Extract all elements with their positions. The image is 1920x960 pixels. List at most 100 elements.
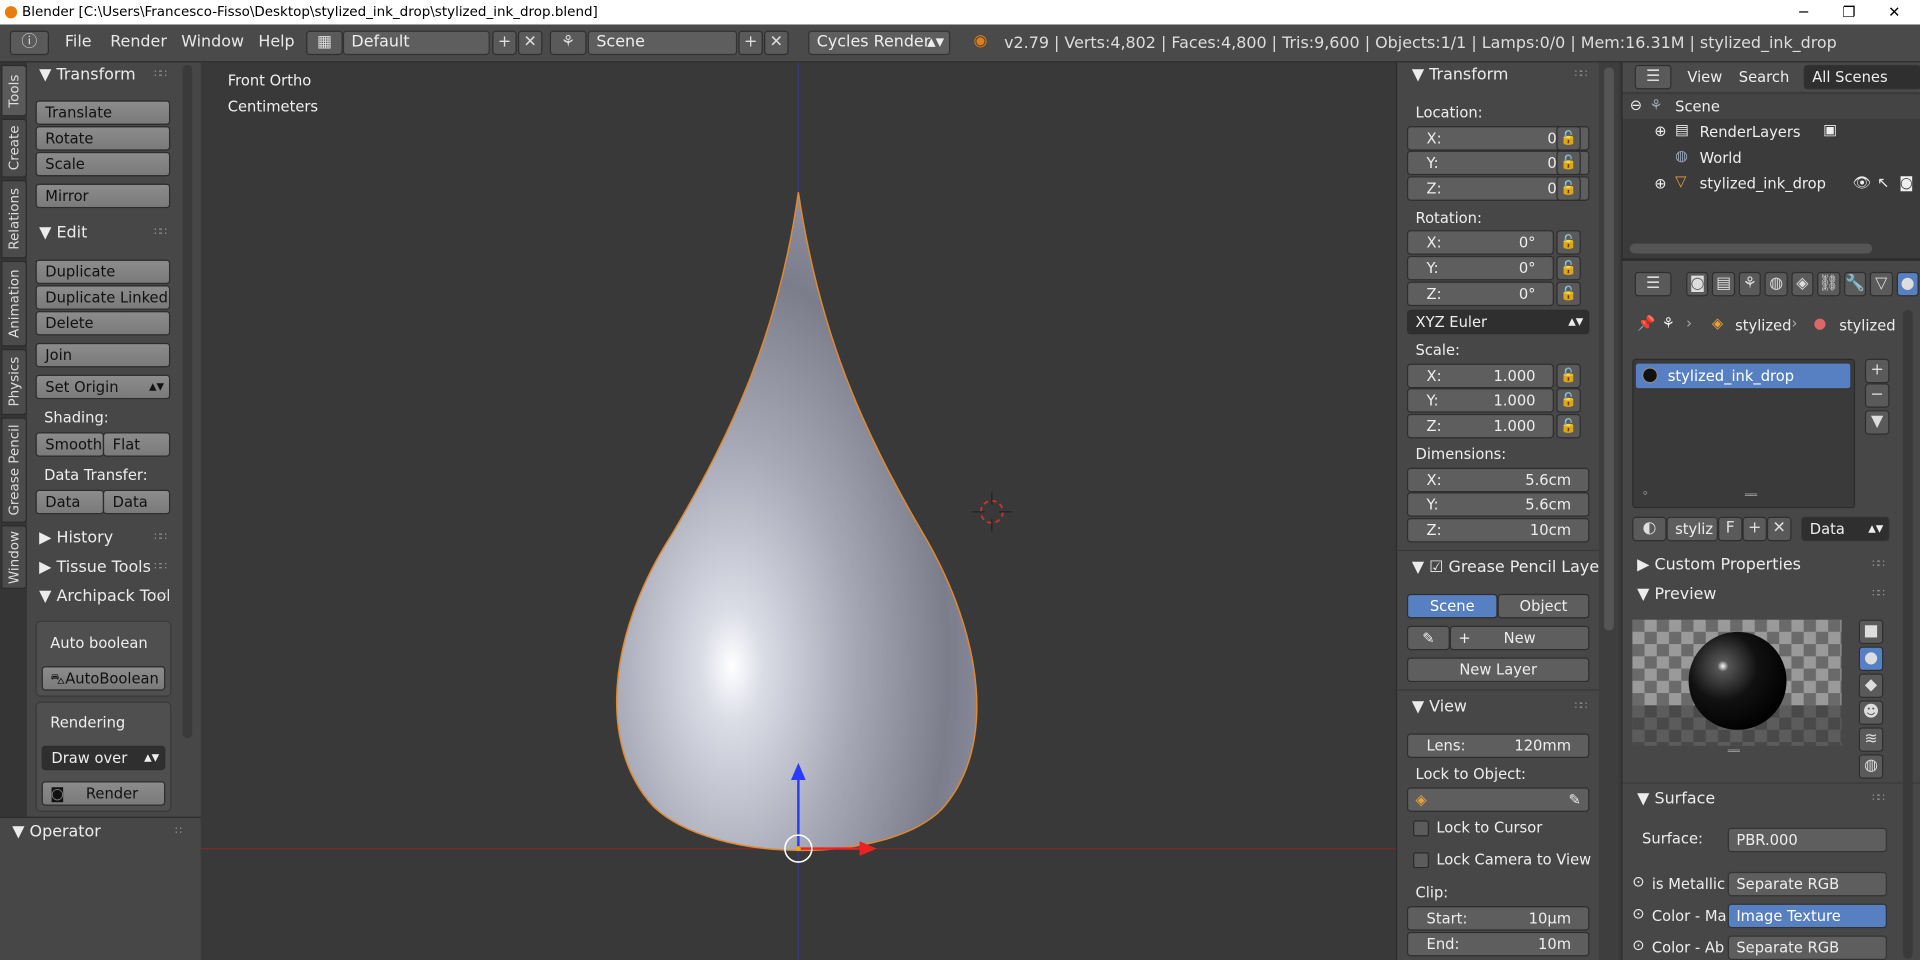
preview-sphere-icon[interactable]: ● [1858, 646, 1884, 672]
pencil-icon[interactable]: ✎ [1406, 625, 1450, 651]
eyedropper-icon[interactable]: ✎ [1569, 789, 1581, 811]
transform-panel-header[interactable]: ▼ Transform [39, 66, 136, 84]
editor-type-info-icon[interactable]: ⓘ [9, 30, 49, 56]
set-origin-dropdown[interactable]: Set Origin ▲▼ [35, 374, 171, 400]
view-panel-header[interactable]: ▼ View [1412, 698, 1467, 716]
mirror-button[interactable]: Mirror [35, 183, 171, 209]
gp-new-layer-button[interactable]: New Layer [1406, 657, 1590, 683]
screen-layout-field[interactable]: Default [342, 30, 490, 56]
remove-slot-icon[interactable]: − [1864, 383, 1890, 408]
translate-button[interactable]: Translate [35, 100, 171, 125]
socket-icon[interactable]: ⊙ [1632, 937, 1644, 954]
properties-region-scrollbar[interactable] [1599, 62, 1619, 960]
rotation-x-field[interactable]: X: 0° [1406, 230, 1554, 255]
menu-render[interactable]: Render [110, 33, 167, 51]
render-layer-toggle-icon[interactable]: ▣ [1823, 121, 1837, 138]
scene-field[interactable]: Scene [587, 30, 738, 56]
drag-grip-icon[interactable]: ∷∷ [1872, 792, 1885, 804]
render-engine-dropdown[interactable]: Cycles Render ▲▼ [808, 30, 951, 56]
tab-relations[interactable]: Relations [1, 180, 27, 259]
socket-icon[interactable]: ⊙ [1632, 873, 1644, 890]
drag-grip-icon[interactable]: ∷∷ [154, 590, 167, 602]
remove-layout-icon[interactable]: ✕ [517, 30, 543, 56]
flat-button[interactable]: Flat [102, 432, 171, 457]
outliner-filter-dropdown[interactable]: All Scenes [1803, 64, 1920, 90]
drag-grip-icon[interactable]: ∷∷ [1575, 700, 1588, 712]
material-name-field[interactable]: styliz [1666, 516, 1718, 542]
3d-viewport[interactable]: Front Ortho Centimeters [200, 62, 1396, 960]
drag-grip-icon[interactable]: ∷∷ [154, 69, 167, 81]
data-layout-button[interactable]: Data La [102, 489, 171, 515]
renderability-camera-icon[interactable]: ◙ [1899, 174, 1913, 191]
lock-location-z-icon[interactable]: 🔓 [1556, 176, 1581, 201]
material-browse-icon[interactable]: ◐ [1632, 516, 1667, 542]
custom-properties-header[interactable]: ▶ Custom Properties [1637, 556, 1801, 574]
slot-specials-icon[interactable]: ▼ [1864, 410, 1890, 435]
list-options-icon[interactable]: ◦ [1642, 489, 1649, 501]
link-dropdown[interactable]: Data ▲▼ [1801, 516, 1890, 542]
list-resize-grip-icon[interactable]: ══ [1745, 490, 1757, 502]
grease-pencil-layer-header[interactable]: ▼ ☑ Grease Pencil Layer [1412, 558, 1606, 576]
lock-location-y-icon[interactable]: 🔓 [1556, 150, 1581, 176]
dimensions-y-field[interactable]: Y: 5.6cm [1406, 492, 1590, 517]
rotation-z-field[interactable]: Z: 0° [1406, 281, 1554, 307]
operator-panel-header[interactable]: ▼ Operator [12, 823, 101, 841]
rotate-button[interactable]: Rotate [35, 126, 171, 151]
scale-x-field[interactable]: X: 1.000 [1406, 363, 1554, 389]
dimensions-z-field[interactable]: Z: 10cm [1406, 517, 1590, 543]
clip-end-field[interactable]: End: 10m [1406, 931, 1590, 957]
lock-scale-y-icon[interactable]: 🔓 [1556, 388, 1581, 413]
tab-window[interactable]: Window [1, 525, 27, 589]
new-material-icon[interactable]: + [1742, 516, 1767, 542]
lock-scale-x-icon[interactable]: 🔓 [1556, 363, 1581, 389]
drag-grip-icon[interactable]: ∷∷ [1575, 69, 1588, 81]
render-tab-icon[interactable]: ◙ [1686, 271, 1709, 297]
outliner-hscrollbar[interactable] [1629, 243, 1873, 254]
object-tab-icon[interactable]: ◈ [1791, 271, 1814, 297]
smooth-button[interactable]: Smooth [35, 432, 105, 457]
input-is-metallic-field[interactable]: Separate RGB [1727, 871, 1887, 897]
add-slot-icon[interactable]: + [1864, 358, 1890, 384]
tab-animation[interactable]: Animation [1, 260, 27, 347]
clip-start-field[interactable]: Start: 10µm [1406, 906, 1590, 931]
edit-panel-header[interactable]: ▼ Edit [39, 224, 87, 242]
lock-rotation-z-icon[interactable]: 🔓 [1556, 281, 1581, 307]
scene-selector-icon[interactable]: ⚘ [549, 30, 587, 56]
draw-over-dropdown[interactable]: Draw over ▲▼ [41, 745, 166, 771]
outliner-editor-icon[interactable]: ☰ [1634, 64, 1672, 90]
n-transform-header[interactable]: ▼ Transform [1412, 66, 1509, 84]
render-layers-tab-icon[interactable]: ▤ [1712, 271, 1735, 297]
gp-new-button[interactable]: + New [1449, 625, 1590, 651]
add-layout-icon[interactable]: + [492, 30, 517, 56]
lock-rotation-x-icon[interactable]: 🔓 [1556, 230, 1581, 255]
gp-object-toggle[interactable]: Object [1497, 593, 1590, 619]
expand-icon[interactable]: ⊕ [1654, 122, 1666, 139]
3d-cursor-icon[interactable] [972, 492, 1012, 532]
drag-grip-icon[interactable]: ∷∷ [1872, 588, 1885, 600]
scene-tab-icon[interactable]: ⚘ [1738, 271, 1762, 297]
fake-user-button[interactable]: F [1717, 516, 1743, 542]
data-button[interactable]: Data [35, 489, 105, 515]
grease-layer-checkbox[interactable]: ☑ [1429, 558, 1448, 576]
lock-to-cursor-checkbox[interactable] [1413, 820, 1429, 837]
material-slot-item[interactable]: stylized_ink_drop [1635, 363, 1851, 389]
dimensions-x-field[interactable]: X: 5.6cm [1406, 467, 1590, 493]
remove-scene-icon[interactable]: ✕ [764, 30, 789, 56]
preview-world-sphere-icon[interactable]: ◍ [1858, 754, 1884, 779]
archipack-panel-header[interactable]: ▼ Archipack Tools [39, 588, 169, 606]
menu-help[interactable]: Help [258, 33, 294, 51]
expand-icon[interactable]: ⊕ [1654, 175, 1666, 192]
modifiers-tab-icon[interactable]: 🔧 [1843, 271, 1867, 297]
preview-hair-icon[interactable]: ≋ [1858, 727, 1884, 752]
toolshelf-scrollbar[interactable] [182, 64, 193, 739]
properties-scrollbar[interactable] [1902, 309, 1913, 959]
lens-field[interactable]: Lens: 120mm [1406, 733, 1590, 758]
render-button[interactable]: ◙ Render [41, 781, 166, 806]
tissue-tools-panel-header[interactable]: ▶ Tissue Tools [39, 558, 151, 576]
scale-y-field[interactable]: Y: 1.000 [1406, 388, 1554, 413]
lock-object-field[interactable]: ◈ ✎ [1406, 787, 1590, 812]
outliner-item-stylized-ink-drop[interactable]: stylized_ink_drop [1700, 175, 1826, 192]
scale-z-field[interactable]: Z: 1.000 [1406, 413, 1554, 439]
tab-grease-pencil[interactable]: Grease Pencil [1, 417, 27, 523]
unlink-material-icon[interactable]: ✕ [1766, 516, 1792, 542]
